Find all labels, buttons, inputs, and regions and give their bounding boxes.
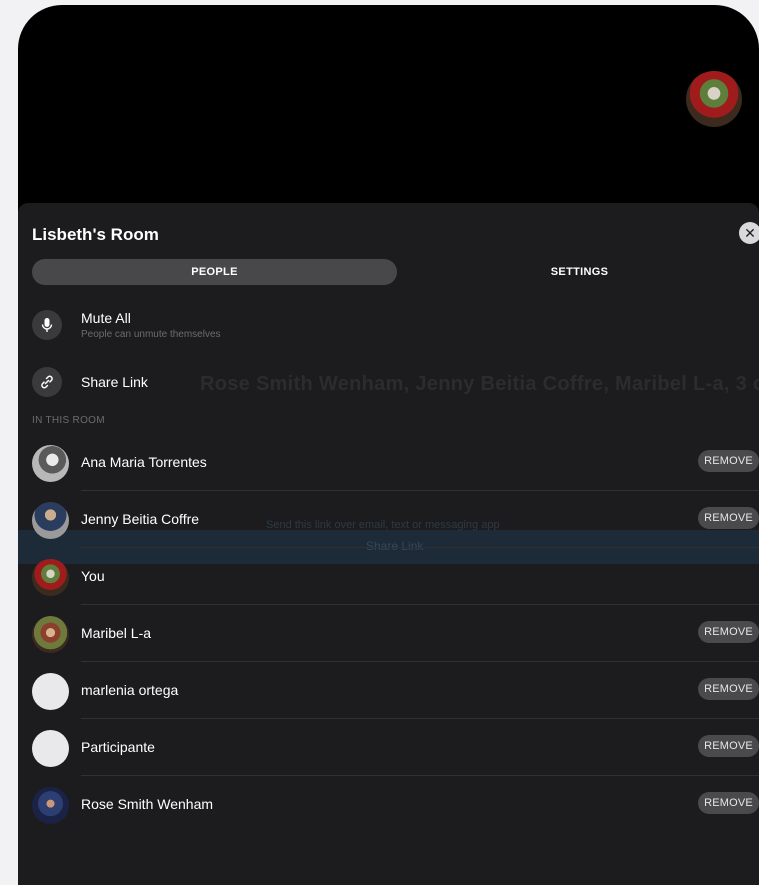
mute-all-label: Mute All	[81, 310, 131, 326]
self-video-avatar	[686, 71, 742, 127]
room-screen: Rose Smith Wenham, Jenny Beitia Coffre, …	[18, 5, 759, 885]
participant-row: Maribel L-a REMOVE	[32, 605, 759, 662]
mute-all-button[interactable]: Mute All People can unmute themselves	[32, 310, 221, 340]
participant-name: Rose Smith Wenham	[81, 796, 214, 812]
participant-name: You	[81, 568, 105, 584]
avatar	[32, 445, 69, 482]
participant-name: Participante	[81, 739, 155, 755]
tab-people[interactable]: PEOPLE	[32, 259, 397, 285]
tab-settings[interactable]: SETTINGS	[397, 259, 759, 285]
room-title: Lisbeth's Room	[32, 225, 159, 244]
remove-button[interactable]: REMOVE	[698, 678, 759, 700]
mute-all-sublabel: People can unmute themselves	[81, 329, 221, 340]
remove-button[interactable]: REMOVE	[698, 735, 759, 757]
participant-row: Participante REMOVE	[32, 719, 759, 776]
participant-name: Jenny Beitia Coffre	[81, 511, 200, 527]
participant-row: Ana Maria Torrentes REMOVE	[32, 434, 759, 491]
link-icon	[32, 367, 62, 397]
tab-bar: PEOPLE SETTINGS	[32, 259, 759, 285]
participant-row: Rose Smith Wenham REMOVE	[32, 776, 759, 833]
room-panel: Rose Smith Wenham, Jenny Beitia Coffre, …	[18, 203, 759, 885]
avatar	[32, 787, 69, 824]
participant-row: marlenia ortega REMOVE	[32, 662, 759, 719]
remove-button[interactable]: REMOVE	[698, 507, 759, 529]
participant-name: marlenia ortega	[81, 682, 179, 698]
microphone-icon	[32, 310, 62, 340]
remove-button[interactable]: REMOVE	[698, 450, 759, 472]
participant-row: Jenny Beitia Coffre REMOVE	[32, 491, 759, 548]
avatar	[32, 673, 69, 710]
remove-button[interactable]: REMOVE	[698, 621, 759, 643]
participant-row: You	[32, 548, 759, 605]
avatar	[32, 730, 69, 767]
participant-name: Maribel L-a	[81, 625, 152, 641]
background-participants-title: Rose Smith Wenham, Jenny Beitia Coffre, …	[200, 373, 759, 395]
close-button[interactable]: ✕	[739, 222, 759, 244]
section-label: IN THIS ROOM	[32, 415, 105, 426]
close-icon: ✕	[744, 225, 756, 241]
participant-name: Ana Maria Torrentes	[81, 454, 207, 470]
remove-button[interactable]: REMOVE	[698, 792, 759, 814]
avatar	[32, 559, 69, 596]
avatar	[32, 502, 69, 539]
share-link-button[interactable]: Share Link	[32, 367, 148, 397]
avatar	[32, 616, 69, 653]
share-link-label: Share Link	[81, 374, 148, 390]
